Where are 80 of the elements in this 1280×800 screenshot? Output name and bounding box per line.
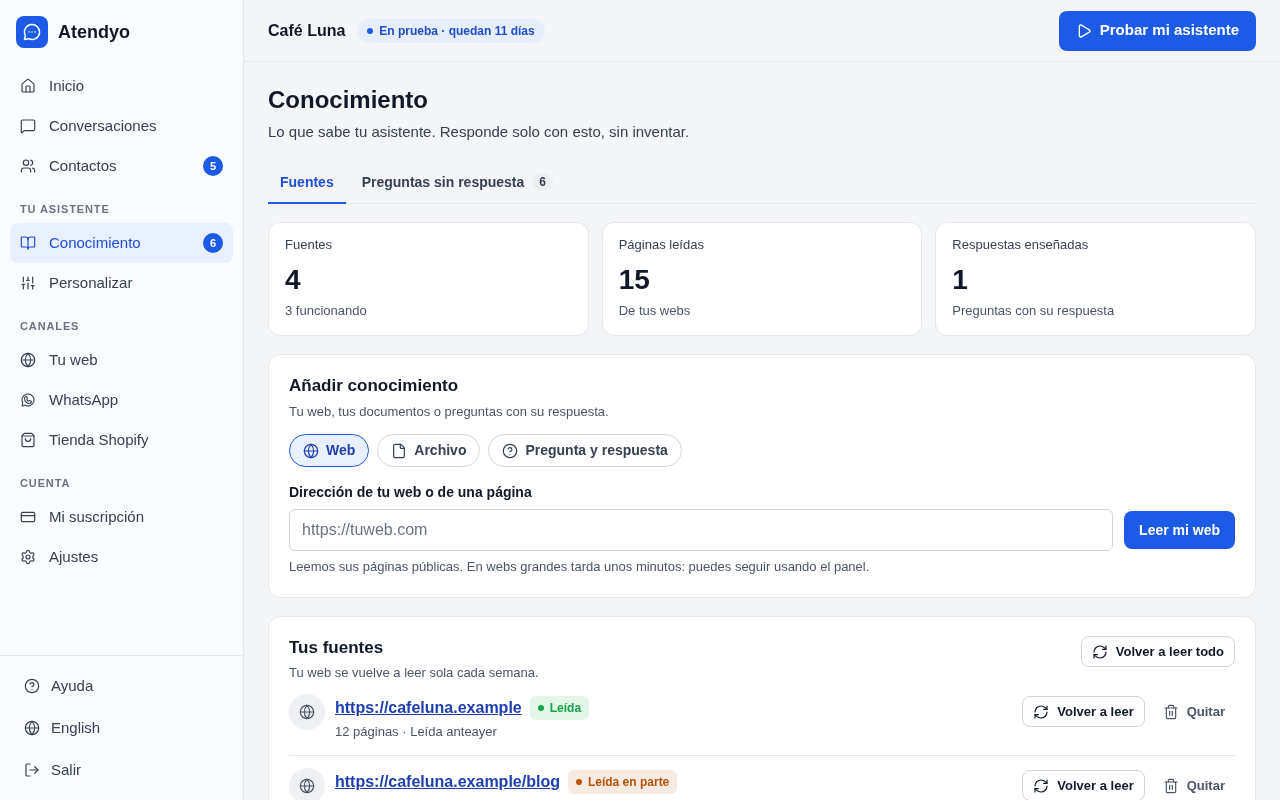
section-heading: CANALES xyxy=(19,319,81,334)
field-label: Dirección de tu web o de una página xyxy=(289,483,533,502)
count-badge: 6 xyxy=(203,233,223,253)
app-name: Atendyo xyxy=(58,20,130,44)
card-subtitle: Tu web se vuelve a leer sola cada semana. xyxy=(289,664,539,682)
source-type-option[interactable]: Archivo xyxy=(377,434,481,467)
page-subtitle: Lo que sabe tu asistente. Responde solo con esto, sin inventar. xyxy=(268,122,691,142)
nav-item[interactable]: Conocimiento 6 xyxy=(10,223,233,263)
nav-item[interactable]: Contactos 5 xyxy=(10,146,233,186)
source-meta: 12 páginas · Leída anteayer xyxy=(335,723,498,741)
sliders-icon xyxy=(20,275,36,291)
stat-caption: Preguntas con su respuesta xyxy=(952,302,1116,320)
home-icon xyxy=(20,78,36,94)
help-icon xyxy=(24,678,40,694)
reread-button[interactable]: Volver a leer xyxy=(1022,696,1145,727)
stat-caption: 3 funcionando xyxy=(285,302,368,320)
globe-icon xyxy=(20,352,36,368)
status-badge: Leída xyxy=(529,696,590,720)
count-badge: 6 xyxy=(532,173,553,191)
refresh-icon xyxy=(1091,643,1108,660)
help-icon xyxy=(502,442,519,459)
nav-item[interactable]: Mi suscripción xyxy=(10,497,233,537)
globe-icon xyxy=(24,720,40,736)
footer-link[interactable]: Ayuda xyxy=(14,665,229,707)
refresh-icon xyxy=(1033,703,1050,720)
footer-link[interactable]: English xyxy=(14,707,229,749)
reread-button[interactable]: Volver a leer xyxy=(1022,770,1145,800)
card-subtitle: Tu web, tus documentos o preguntas con su respuesta. xyxy=(289,403,610,421)
stat-value: 4 xyxy=(285,263,302,297)
shopping-bag-icon xyxy=(20,432,36,448)
credit-card-icon xyxy=(20,509,36,525)
chat-bubble-icon xyxy=(20,118,36,134)
source-type-option[interactable]: Web xyxy=(289,434,370,467)
nav-item[interactable]: Ajustes xyxy=(10,537,233,577)
card-title: Tus fuentes xyxy=(289,637,385,659)
nav-item[interactable]: WhatsApp xyxy=(10,380,233,420)
nav-item[interactable]: Tu web xyxy=(10,340,233,380)
try-assistant-button[interactable]: Probar mi asistente xyxy=(1058,10,1256,51)
book-icon xyxy=(20,235,36,251)
refresh-icon xyxy=(1033,777,1050,794)
read-website-button[interactable]: Leer mi web xyxy=(1124,511,1235,549)
nav-item[interactable]: Inicio xyxy=(10,66,233,106)
globe-icon xyxy=(303,442,319,459)
count-badge: 5 xyxy=(203,156,223,176)
stat-label: Páginas leídas xyxy=(618,236,705,254)
url-input-field[interactable]: https://tuweb.com xyxy=(289,509,1114,551)
business-name: Café Luna xyxy=(268,20,346,41)
section-heading: TU ASISTENTE xyxy=(19,202,111,217)
page-title: Conocimiento xyxy=(268,85,429,115)
card-title: Añadir conocimiento xyxy=(289,375,460,397)
footer-link[interactable]: Salir xyxy=(14,749,229,791)
source-link[interactable]: https://cafeluna.example xyxy=(335,697,522,719)
whatsapp-icon xyxy=(20,392,36,408)
nav-item[interactable]: Conversaciones xyxy=(10,106,233,146)
source-link[interactable]: https://cafeluna.example/blog xyxy=(335,771,560,793)
stat-label: Fuentes xyxy=(285,236,333,254)
source-type-option[interactable]: Pregunta y respuesta xyxy=(488,434,682,467)
logout-icon xyxy=(24,762,40,778)
nav-item[interactable]: Personalizar xyxy=(10,263,233,303)
tab[interactable]: Preguntas sin respuesta 6 xyxy=(349,162,565,204)
stat-value: 15 xyxy=(618,263,651,297)
status-badge: Leída en parte xyxy=(567,770,678,794)
file-icon xyxy=(391,442,408,459)
remove-button[interactable]: Quitar xyxy=(1152,696,1235,727)
stat-value: 1 xyxy=(952,263,969,297)
users-icon xyxy=(20,158,36,174)
chat-bubble-logo-icon xyxy=(16,16,48,48)
field-hint: Leemos sus páginas públicas. En webs grandes tarda unos minutos: puedes seguir usando el panel. xyxy=(289,558,871,576)
trash-icon xyxy=(1162,703,1179,720)
stat-caption: De tus webs xyxy=(618,302,692,320)
tab[interactable]: Fuentes xyxy=(268,162,346,204)
remove-button[interactable]: Quitar xyxy=(1152,770,1235,800)
globe-icon xyxy=(289,694,325,730)
reread-all-button[interactable]: Volver a leer todo xyxy=(1080,636,1235,667)
trial-badge: En prueba · quedan 11 días xyxy=(357,18,545,43)
nav-item[interactable]: Tienda Shopify xyxy=(10,420,233,460)
trash-icon xyxy=(1162,777,1179,794)
section-heading: CUENTA xyxy=(19,476,72,491)
stat-label: Respuestas enseñadas xyxy=(952,236,1090,254)
settings-icon xyxy=(20,549,36,565)
